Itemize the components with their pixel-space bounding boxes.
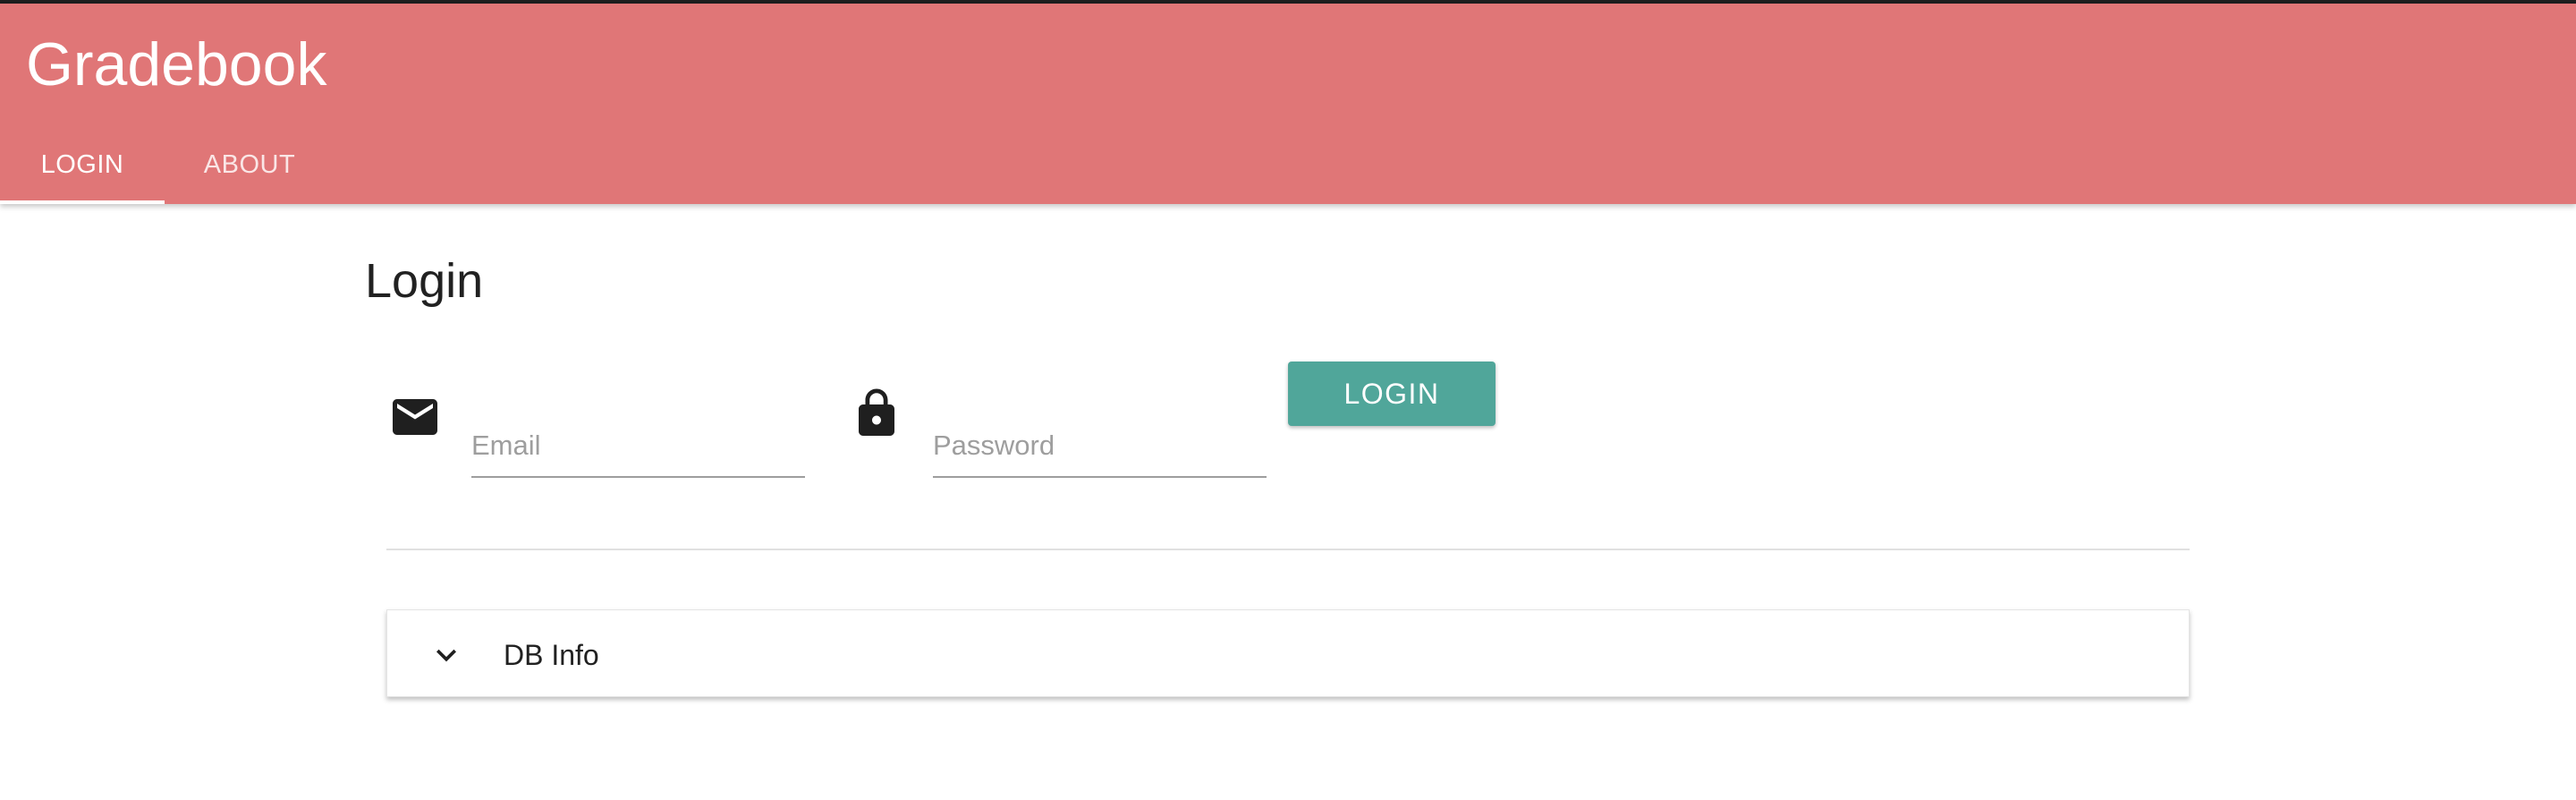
tab-login-label: LOGIN	[40, 150, 124, 179]
page-title: Login	[365, 254, 484, 308]
mail-icon	[388, 390, 442, 444]
section-divider	[386, 549, 2190, 550]
app-bar: Gradebook LOGIN ABOUT	[0, 4, 2576, 204]
app-title: Gradebook	[26, 30, 327, 98]
db-info-panel[interactable]: DB Info	[386, 609, 2190, 697]
login-button[interactable]: LOGIN	[1288, 362, 1496, 426]
active-tab-indicator	[0, 200, 165, 204]
tab-about-label: ABOUT	[203, 150, 296, 179]
tab-login[interactable]: LOGIN	[0, 129, 165, 204]
email-field[interactable]	[471, 388, 805, 478]
chevron-down-icon[interactable]	[427, 635, 466, 675]
tab-about[interactable]: ABOUT	[165, 129, 335, 204]
lock-icon	[850, 387, 903, 440]
db-info-label: DB Info	[504, 639, 599, 671]
password-field[interactable]	[933, 388, 1267, 478]
